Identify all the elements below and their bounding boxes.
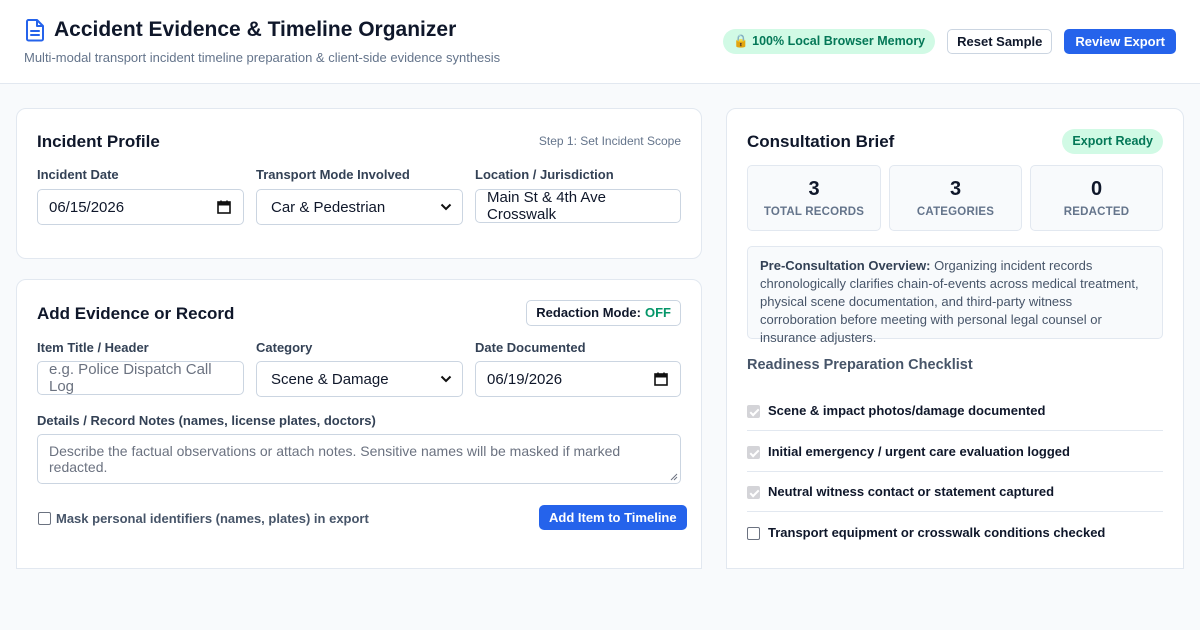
location-label: Location / Jurisdiction bbox=[475, 167, 614, 182]
checklist-checkbox[interactable] bbox=[747, 405, 760, 418]
incident-date-input[interactable]: 06/15/2026 bbox=[37, 189, 244, 225]
stat-label: CATEGORIES bbox=[916, 206, 995, 218]
page-title: Accident Evidence & Timeline Organizer bbox=[54, 18, 457, 41]
review-export-button[interactable]: Review Export bbox=[1064, 29, 1176, 54]
category-value: Scene & Damage bbox=[271, 370, 389, 388]
category-label: Category bbox=[256, 340, 313, 355]
item-title-placeholder: e.g. Police Dispatch Call Log bbox=[49, 361, 212, 395]
redaction-mode-toggle[interactable]: Redaction Mode: OFF bbox=[526, 300, 681, 326]
date-documented-label: Date Documented bbox=[475, 340, 586, 355]
checklist-item-label: Neutral witness contact or statement cap… bbox=[768, 484, 1055, 499]
add-item-button[interactable]: Add Item to Timeline bbox=[539, 505, 687, 530]
stat-value: 0 bbox=[1090, 178, 1103, 200]
reset-sample-button[interactable]: Reset Sample bbox=[947, 29, 1053, 54]
date-documented-value: 06/19/2026 bbox=[487, 370, 563, 388]
checklist-item[interactable]: Neutral witness contact or statement cap… bbox=[747, 472, 1163, 512]
stat-redacted: 0 REDACTED bbox=[1030, 165, 1163, 231]
location-input[interactable]: Main St & 4th Ave Crosswalk bbox=[475, 189, 681, 223]
incident-profile-title: Incident Profile bbox=[37, 132, 160, 151]
page-subtitle: Multi-modal transport incident timeline … bbox=[24, 50, 501, 65]
transport-mode-select[interactable]: Car & Pedestrian bbox=[256, 189, 463, 225]
redaction-mode-label: Redaction Mode: bbox=[536, 305, 641, 320]
checklist-item[interactable]: Scene & impact photos/damage documented bbox=[747, 391, 1163, 431]
checklist-checkbox[interactable] bbox=[747, 446, 760, 459]
stat-total-records: 3 TOTAL RECORDS bbox=[747, 165, 881, 231]
checklist-item-label: Scene & impact photos/damage documented bbox=[768, 403, 1046, 418]
checklist-item[interactable]: Transport equipment or crosswalk conditi… bbox=[747, 513, 1163, 553]
checklist-title: Readiness Preparation Checklist bbox=[747, 357, 973, 373]
incident-date-value: 06/15/2026 bbox=[49, 198, 125, 216]
overview-heading: Pre-Consultation Overview: bbox=[760, 258, 931, 273]
redaction-mode-state: OFF bbox=[645, 305, 671, 320]
item-title-input[interactable]: e.g. Police Dispatch Call Log bbox=[37, 361, 244, 395]
add-evidence-card: Add Evidence or Record Redaction Mode: OF… bbox=[16, 279, 702, 569]
calendar-icon[interactable] bbox=[654, 372, 668, 386]
pre-consultation-overview: Pre-Consultation Overview: Organizing in… bbox=[747, 246, 1163, 345]
item-title-label: Item Title / Header bbox=[37, 340, 149, 355]
incident-date-label: Incident Date bbox=[37, 167, 119, 182]
checklist-item[interactable]: Initial emergency / urgent care evaluati… bbox=[747, 432, 1163, 472]
mask-identifiers-checkbox[interactable] bbox=[38, 512, 51, 525]
consultation-brief-card: Consultation Brief Export Ready 3 TOTAL … bbox=[726, 108, 1184, 569]
checklist-checkbox[interactable] bbox=[747, 486, 760, 499]
step-hint: Step 1: Set Incident Scope bbox=[538, 134, 681, 148]
app-title-group: Accident Evidence & Timeline Organizer bbox=[24, 18, 456, 42]
details-label: Details / Record Notes (names, license p… bbox=[37, 413, 376, 428]
chevron-down-icon bbox=[440, 375, 452, 383]
chevron-down-icon bbox=[440, 203, 452, 211]
export-ready-badge: Export Ready bbox=[1062, 129, 1163, 154]
details-placeholder: Describe the factual observations or att… bbox=[49, 443, 621, 475]
transport-mode-value: Car & Pedestrian bbox=[271, 198, 386, 216]
consultation-brief-title: Consultation Brief bbox=[747, 132, 895, 151]
add-evidence-title: Add Evidence or Record bbox=[37, 304, 235, 323]
stat-label: TOTAL RECORDS bbox=[763, 206, 865, 218]
date-documented-input[interactable]: 06/19/2026 bbox=[475, 361, 681, 397]
app-header: Accident Evidence & Timeline Organizer M… bbox=[0, 0, 1200, 84]
checklist-checkbox[interactable] bbox=[747, 527, 760, 540]
transport-mode-label: Transport Mode Involved bbox=[256, 167, 410, 182]
stat-value: 3 bbox=[808, 178, 820, 200]
calendar-icon[interactable] bbox=[217, 200, 231, 214]
incident-profile-card: Incident Profile Step 1: Set Incident Sc… bbox=[16, 108, 702, 259]
stat-categories: 3 CATEGORIES bbox=[889, 165, 1022, 231]
details-textarea[interactable]: Describe the factual observations or att… bbox=[37, 434, 681, 484]
stat-value: 3 bbox=[949, 178, 962, 200]
checklist-item-label: Transport equipment or crosswalk conditi… bbox=[768, 525, 1106, 540]
header-actions: 🔒 100% Local Browser Memory Reset Sample… bbox=[723, 29, 1176, 54]
stat-label: REDACTED bbox=[1063, 206, 1130, 218]
location-value: Main St & 4th Ave Crosswalk bbox=[487, 189, 606, 223]
local-memory-badge: 🔒 100% Local Browser Memory bbox=[723, 29, 936, 54]
document-icon bbox=[26, 19, 44, 42]
resize-handle-icon[interactable] bbox=[670, 473, 678, 481]
checklist-item-label: Initial emergency / urgent care evaluati… bbox=[768, 444, 1070, 459]
category-select[interactable]: Scene & Damage bbox=[256, 361, 463, 397]
mask-identifiers-label: Mask personal identifiers (names, plates… bbox=[56, 511, 369, 526]
